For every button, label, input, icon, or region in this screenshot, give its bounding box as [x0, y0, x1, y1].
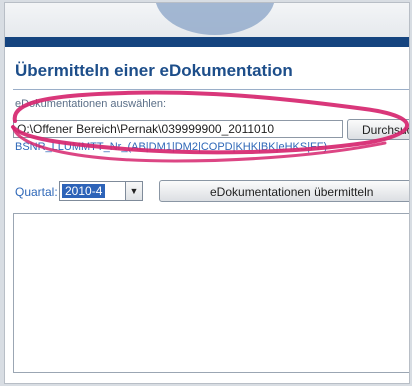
page-title: Übermitteln einer eDokumentation	[15, 61, 293, 80]
filename-format-hint: BSNR_LLUMMTT_Nr_(AB|DM1|DM2|COPD|KHK|BK|…	[15, 141, 328, 153]
quartal-select[interactable]: 2010-4 ▼	[59, 181, 143, 201]
header-bar	[5, 37, 409, 47]
submit-edocs-button[interactable]: eDokumentationen übermitteln	[159, 180, 409, 202]
header-banner	[5, 3, 409, 37]
chevron-down-icon[interactable]: ▼	[125, 182, 142, 200]
title-divider	[13, 89, 409, 90]
results-panel	[13, 213, 409, 373]
logo-icon	[155, 3, 275, 35]
browse-button[interactable]: Durchsuchen...	[347, 119, 409, 140]
app-window: Übermitteln einer eDokumentation eDokume…	[4, 2, 410, 384]
file-select-label: eDokumentationen auswählen:	[15, 98, 167, 110]
quartal-selected-value: 2010-4	[62, 184, 106, 198]
quartal-label: Quartal:	[15, 185, 58, 199]
file-path-input[interactable]	[13, 120, 343, 138]
